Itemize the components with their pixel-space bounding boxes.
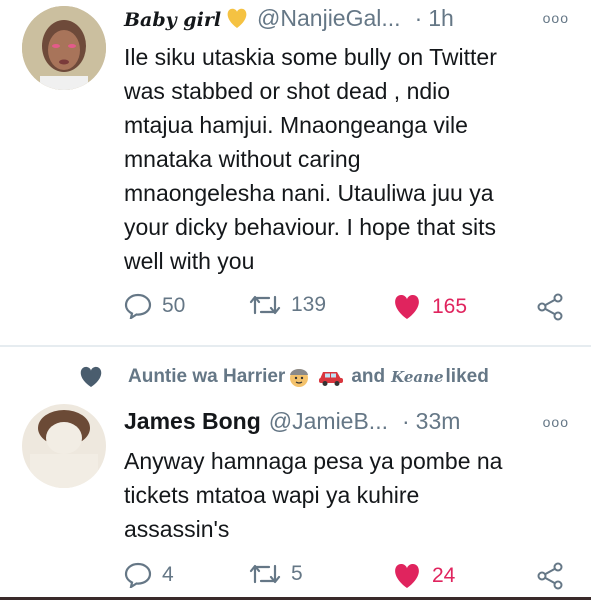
like-button[interactable]: 24 [392, 562, 455, 590]
tweet-text: Ile siku utaskia some bully on Twitter w… [124, 40, 497, 278]
avatar[interactable] [22, 404, 106, 488]
tweet-text-line: assassin's [124, 516, 230, 542]
heart-filled-icon [395, 563, 419, 588]
more-options-icon[interactable]: ooo [543, 414, 569, 430]
avatar[interactable] [22, 6, 106, 90]
tweet-actions: 4 5 24 [124, 562, 564, 596]
liker-name[interactable]: Keane [391, 368, 443, 386]
tweet-1[interactable]: Baby girl @NanjieGal... · 1h ooo Ile siku u… [0, 0, 591, 345]
social-context[interactable]: Auntie wa Harrier and Keane liked [78, 365, 489, 389]
tweet-2[interactable]: James Bong @JamieB... · 33m ooo Anyway hamn… [0, 396, 591, 600]
reply-button[interactable]: 4 [124, 562, 174, 588]
tweet-text-line: mtajua hamjui. Mnaongeanga vile [124, 112, 468, 138]
avatar-photo [22, 6, 106, 90]
share-button[interactable] [536, 293, 574, 321]
reply-icon [124, 562, 152, 588]
liker-name[interactable]: Auntie wa Harrier [128, 366, 285, 388]
social-and: and [351, 366, 386, 387]
avatar-photo [22, 404, 106, 488]
like-count: 165 [432, 295, 468, 318]
tweet-header: Baby girl @NanjieGal... · 1h [124, 5, 454, 32]
retweet-icon [249, 295, 281, 315]
tweet-text-line: well with you [124, 248, 255, 274]
retweet-button[interactable]: 5 [249, 562, 303, 586]
handle[interactable]: @NanjieGal... [257, 5, 401, 31]
social-liked: liked [445, 366, 489, 387]
handle[interactable]: @JamieB... [269, 408, 388, 434]
divider [0, 345, 591, 347]
share-icon [537, 293, 563, 321]
tweet-text-line: mnaongelesha nani. Utauliwa juu ya [124, 180, 494, 206]
timestamp[interactable]: 1h [428, 5, 454, 31]
display-name[interactable]: James Bong [124, 408, 261, 434]
like-button[interactable]: 165 [392, 293, 467, 321]
yellow-heart-icon [225, 7, 249, 29]
separator: · [414, 5, 423, 31]
retweet-icon [249, 564, 281, 584]
retweet-button[interactable]: 139 [249, 293, 326, 317]
retweet-count: 139 [291, 293, 327, 316]
person-emoji-icon [290, 369, 309, 387]
share-button[interactable] [536, 562, 574, 590]
share-icon [537, 562, 563, 590]
tweet-text-line: mnataka without caring [124, 146, 361, 172]
more-options-icon[interactable]: ooo [543, 10, 569, 26]
retweet-count: 5 [291, 562, 303, 585]
like-count: 24 [432, 564, 456, 587]
tweet-text-line: Ile siku utaskia some bully on Twitter [124, 44, 497, 70]
tweet-text-line: tickets mtatoa wapi ya kuhire [124, 482, 420, 508]
tweet-header: James Bong @JamieB... · 33m [124, 408, 460, 435]
tweet-text-line: was stabbed or shot dead , ndio [124, 78, 451, 104]
heart-filled-icon [395, 294, 419, 319]
reply-count: 4 [162, 563, 174, 586]
separator: · [401, 408, 410, 434]
car-emoji-icon [319, 372, 344, 386]
tweet-text-line: Anyway hamnaga pesa ya pombe na [124, 448, 503, 474]
timestamp[interactable]: 33m [416, 408, 461, 434]
tweet-text: Anyway hamnaga pesa ya pombe na tickets … [124, 444, 502, 546]
display-name[interactable]: Baby girl [124, 9, 221, 31]
tweet-actions: 50 139 165 [124, 293, 564, 327]
reply-button[interactable]: 50 [124, 293, 185, 319]
liked-heart-icon [80, 366, 102, 387]
reply-icon [124, 293, 152, 319]
tweet-text-line: your dicky behaviour. I hope that sits [124, 214, 497, 240]
reply-count: 50 [162, 294, 186, 317]
